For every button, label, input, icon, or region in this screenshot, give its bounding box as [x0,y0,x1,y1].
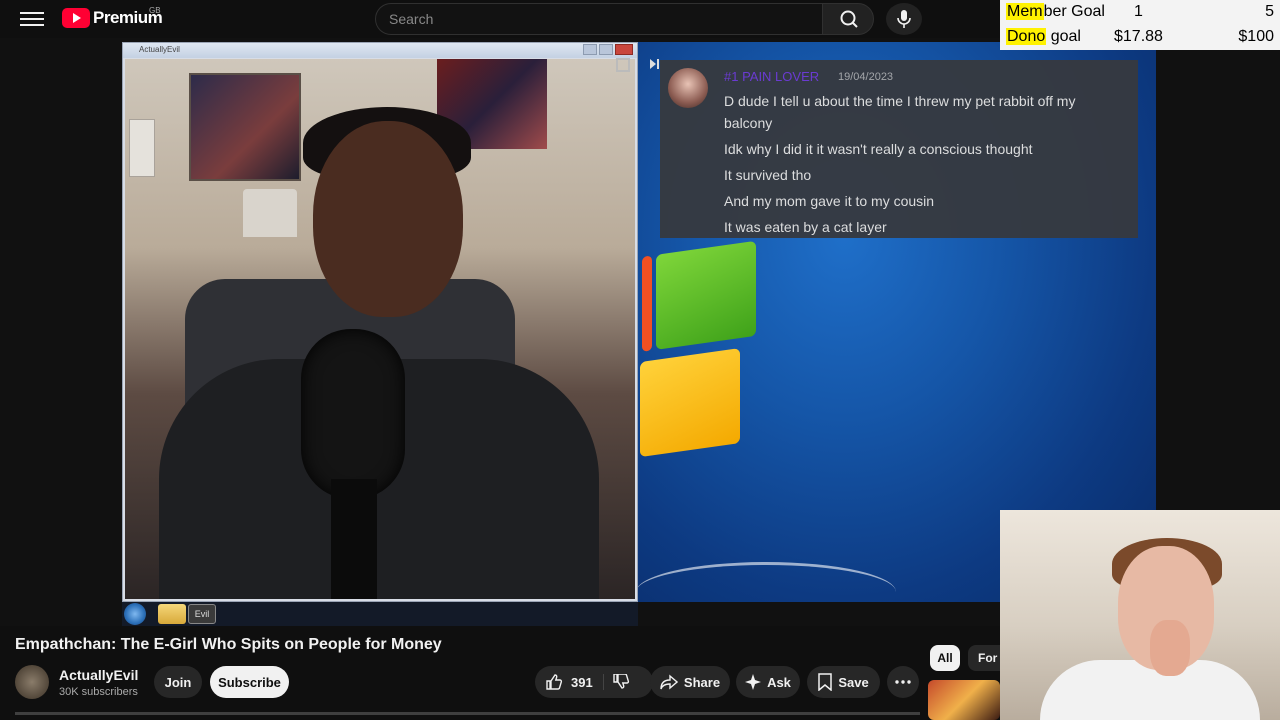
region-code: GB [149,6,161,15]
dono-goal-row: Dono goal $17.88 $100 [1000,25,1280,50]
windows-logo [640,239,770,467]
search-box [375,3,823,35]
thumbs-down-icon[interactable] [612,674,630,690]
member-goal-target: 5 [1265,3,1274,20]
share-icon [660,674,678,690]
avatar [668,68,708,108]
streamer-webcam-feed [125,59,635,599]
desktop-swoosh [636,562,896,622]
dono-goal-target: $100 [1238,28,1274,45]
stream-goals-overlay: Member Goal 1 5 Dono goal $17.88 $100 [1000,0,1280,50]
streamer-head [313,121,463,317]
member-goal-row: Member Goal 1 5 [1000,0,1280,25]
like-button[interactable]: 391 [535,666,653,698]
taskbar: Evil [122,602,638,626]
sparkle-icon [745,674,762,690]
chat-message: Idk why I did it it wasn't really a cons… [724,141,1033,157]
hamburger-menu-icon[interactable] [20,9,44,29]
window-controls [583,44,633,55]
folder-icon [158,604,186,624]
search-button[interactable] [822,3,874,35]
close-icon [615,44,633,55]
maximize-icon [599,44,613,55]
youtube-premium-logo[interactable]: Premium [62,8,163,28]
chat-message: It survived tho [724,167,812,183]
expand-icon [616,58,630,72]
youtube-play-icon [62,8,90,28]
share-label: Share [683,674,721,690]
dono-goal-label: Dono goal [1006,28,1081,45]
lamp [243,189,297,237]
wall-poster [129,119,155,177]
reactor-hand [1150,620,1190,676]
divider [15,712,920,715]
more-actions-button[interactable] [887,666,919,698]
chat-messages: D dude I tell u about the time I threw m… [724,90,1124,242]
save-label: Save [838,674,869,690]
video-title: Empathchan: The E-Girl Who Spits on Peop… [15,636,442,653]
share-button[interactable]: Share [650,666,730,698]
chat-message: And my mom gave it to my cousin [724,193,935,209]
channel-avatar[interactable] [15,665,49,699]
discord-message-card: #1 PAIN LOVER 19/04/2023 D dude I tell u… [660,60,1138,238]
subscriber-count: 30K subscribers [59,686,138,698]
channel-name[interactable]: ActuallyEvil [59,667,138,683]
like-count: 391 [571,674,593,690]
minimize-icon [583,44,597,55]
more-horizontal-icon [895,680,911,684]
dono-goal-current: $17.88 [1114,28,1163,45]
thumbs-up-icon [546,674,563,690]
ask-button[interactable]: Ask [736,666,800,698]
microphone-stand [331,479,377,599]
voice-search-button[interactable] [886,3,922,35]
bookmark-icon [818,673,833,691]
member-goal-label: Member Goal [1006,3,1105,20]
join-button[interactable]: Join [154,666,202,698]
chat-message: It was eaten by a cat layer [724,219,887,235]
member-goal-current: 1 [1134,3,1143,20]
start-orb-icon [124,603,146,625]
ask-label: Ask [767,674,791,690]
search-icon [840,10,858,28]
microphone [301,329,405,499]
webcam-window-title: ActuallyEvil [139,45,180,54]
like-dislike-divider [603,674,604,690]
webcam-titlebar: ActuallyEvil [123,43,637,58]
chip-all[interactable]: All [930,645,960,671]
webcam-window: ActuallyEvil [122,42,638,602]
evil-app-icon: Evil [188,604,216,624]
save-button[interactable]: Save [807,666,880,698]
chat-date: 19/04/2023 [838,71,894,83]
recommended-video-thumbnail[interactable] [928,680,1000,720]
reactor-facecam [1000,510,1280,720]
microphone-icon [897,10,911,28]
chat-message: D dude I tell u about the time I threw m… [724,93,1076,131]
wall-poster [189,73,301,181]
subscribe-button[interactable]: Subscribe [210,666,289,698]
search-input[interactable] [389,11,789,27]
collapse-arrow-icon [650,59,659,69]
chat-username: #1 PAIN LOVER [724,69,820,84]
